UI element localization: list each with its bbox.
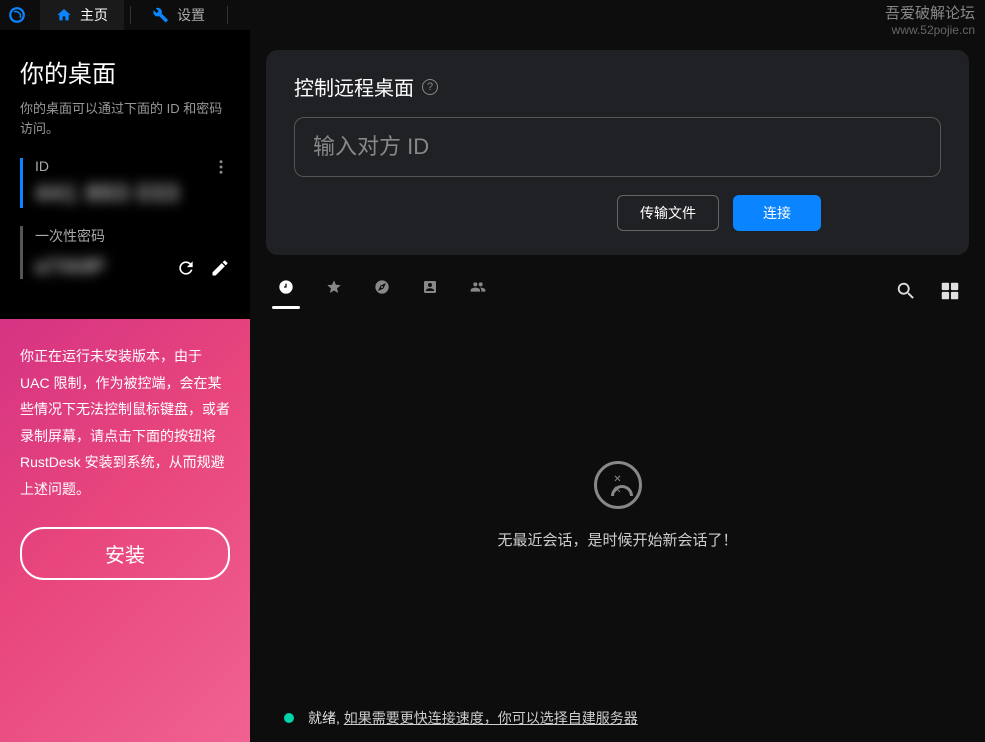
watermark: 吾爱破解论坛 www.52pojie.cn xyxy=(885,2,975,37)
remote-title: 控制远程桌面 xyxy=(294,72,414,101)
filter-recent-icon[interactable] xyxy=(274,279,298,303)
install-text: 你正在运行未安装版本，由于 UAC 限制，作为被控端，会在某些情况下无法控制鼠标… xyxy=(20,343,230,503)
help-icon[interactable]: ? xyxy=(422,79,438,95)
password-block: 一次性密码 a7Xk9P xyxy=(20,226,230,279)
filter-favorite-icon[interactable] xyxy=(322,279,346,303)
id-block: ID 441 893 033 xyxy=(20,158,230,208)
transfer-file-button[interactable]: 传输文件 xyxy=(617,195,719,231)
sidebar: 你的桌面 你的桌面可以通过下面的 ID 和密码访问。 ID 441 893 03… xyxy=(0,30,250,742)
tab-home-label: 主页 xyxy=(80,5,108,25)
tab-divider xyxy=(130,6,131,24)
tab-divider-2 xyxy=(227,6,228,24)
status-bar: 就绪, 如果需要更快连接速度，你可以选择自建服务器 xyxy=(266,694,969,742)
filter-discovered-icon[interactable] xyxy=(370,279,394,303)
install-panel: 你正在运行未安装版本，由于 UAC 限制，作为被控端，会在某些情况下无法控制鼠标… xyxy=(0,319,250,742)
tab-bar: 主页 设置 xyxy=(40,0,985,30)
tab-home[interactable]: 主页 xyxy=(40,0,124,30)
sidebar-desc: 你的桌面可以通过下面的 ID 和密码访问。 xyxy=(20,99,230,138)
status-hint-link[interactable]: 如果需要更快连接速度，你可以选择自建服务器 xyxy=(344,710,638,726)
sidebar-title: 你的桌面 xyxy=(20,54,230,89)
status-ready: 就绪, xyxy=(308,710,340,726)
remote-panel: 控制远程桌面 ? 传输文件 连接 xyxy=(266,50,969,255)
id-label: ID xyxy=(35,158,230,174)
refresh-icon[interactable] xyxy=(176,258,196,278)
id-value: 441 893 033 xyxy=(35,180,230,208)
tab-settings-label: 设置 xyxy=(177,5,205,25)
filter-bar xyxy=(266,275,969,316)
grid-view-icon[interactable] xyxy=(939,280,961,302)
sad-face-icon xyxy=(594,461,642,509)
edit-icon[interactable] xyxy=(210,258,230,278)
filter-group-icon[interactable] xyxy=(466,279,490,303)
main-content: 控制远程桌面 ? 传输文件 连接 xyxy=(250,30,985,742)
filter-addressbook-icon[interactable] xyxy=(418,279,442,303)
install-button[interactable]: 安装 xyxy=(20,527,230,580)
remote-id-input[interactable] xyxy=(294,117,941,177)
search-icon[interactable] xyxy=(895,280,917,302)
wrench-icon xyxy=(153,7,169,23)
password-value: a7Xk9P xyxy=(35,256,105,279)
connect-button[interactable]: 连接 xyxy=(733,195,821,231)
watermark-title: 吾爱破解论坛 xyxy=(885,2,975,23)
id-menu-button[interactable] xyxy=(212,158,230,181)
app-logo-icon xyxy=(8,6,26,24)
empty-text: 无最近会话，是时候开始新会话了！ xyxy=(497,529,737,550)
home-icon xyxy=(56,7,72,23)
tab-settings[interactable]: 设置 xyxy=(137,0,221,30)
status-dot-icon xyxy=(284,713,294,723)
password-label: 一次性密码 xyxy=(35,226,230,246)
watermark-url: www.52pojie.cn xyxy=(885,23,975,37)
empty-state: 无最近会话，是时候开始新会话了！ xyxy=(266,316,969,694)
